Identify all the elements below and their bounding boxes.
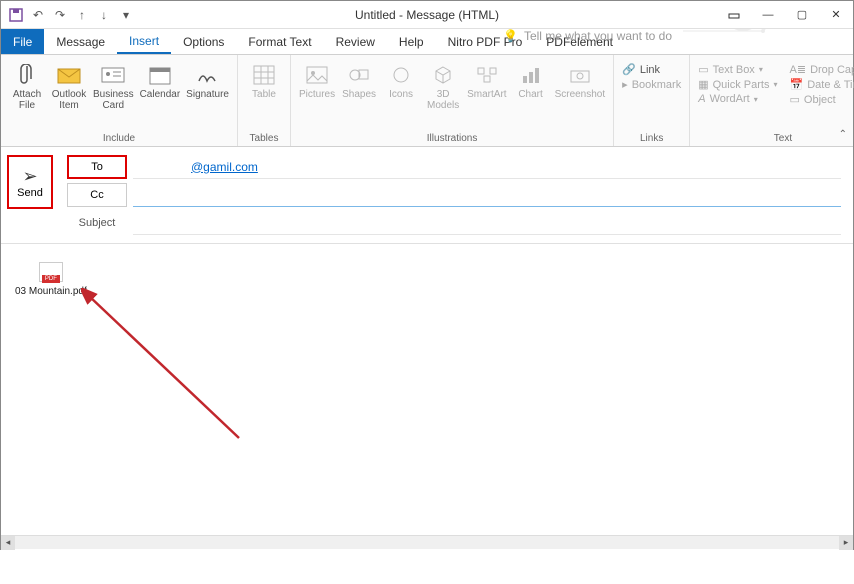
pictures-button[interactable]: Pictures	[299, 59, 335, 100]
group-label-text: Text	[774, 133, 792, 144]
compose-header: ➢ Send To @gamil.com Cc Subject	[1, 147, 853, 244]
close-button[interactable]: ✕	[819, 1, 853, 29]
screenshot-button[interactable]: Screenshot	[555, 59, 606, 100]
textbox-icon: ▭	[698, 63, 708, 76]
smartart-button[interactable]: SmartArt	[467, 59, 506, 100]
textbox-button[interactable]: ▭Text Box ▾	[698, 63, 777, 76]
message-body[interactable]: PDF 03 Mountain.pdf	[1, 244, 853, 584]
business-card-button[interactable]: Business Card	[93, 59, 134, 111]
bulb-icon: 💡	[503, 29, 518, 43]
scroll-left-button[interactable]: ◂	[1, 536, 15, 550]
attach-file-button[interactable]: Attach File	[9, 59, 45, 111]
subject-input[interactable]	[133, 211, 841, 235]
link-icon: 🔗	[622, 63, 636, 76]
ribbon-group-include: Attach File Outlook Item Business Card C…	[1, 55, 238, 146]
cube-icon	[429, 63, 457, 87]
wordart-icon: A	[698, 93, 705, 105]
ribbon-group-text: ▭Text Box ▾ ▦Quick Parts ▾ AWordArt ▾ A≣…	[690, 55, 854, 146]
datetime-button[interactable]: 📅Date & Time	[790, 78, 854, 91]
card-icon	[99, 63, 127, 87]
table-icon	[250, 63, 278, 87]
to-button[interactable]: To	[67, 155, 127, 179]
smartart-icon	[473, 63, 501, 87]
chart-icon	[517, 63, 545, 87]
ribbon-group-tables: Table Tables	[238, 55, 291, 146]
pdf-badge: PDF	[42, 275, 60, 283]
link-button[interactable]: 🔗Link	[622, 63, 681, 76]
dropcap-button[interactable]: A≣Drop Cap ▾	[790, 63, 854, 76]
envelope-icon	[55, 63, 83, 87]
maximize-button[interactable]: ▢	[785, 1, 819, 29]
send-icon: ➢	[22, 166, 37, 187]
quickparts-button[interactable]: ▦Quick Parts ▾	[698, 78, 777, 91]
scroll-right-button[interactable]: ▸	[839, 536, 853, 550]
ribbon-group-illustrations: Pictures Shapes Icons 3D Models SmartArt…	[291, 55, 614, 146]
tell-me-placeholder: Tell me what you want to do	[524, 29, 672, 43]
bookmark-button[interactable]: ▸Bookmark	[622, 78, 681, 91]
dropcap-icon: A≣	[790, 63, 807, 76]
outlook-item-button[interactable]: Outlook Item	[51, 59, 87, 111]
paperclip-icon	[13, 63, 41, 87]
minimize-button[interactable]: —	[751, 1, 785, 29]
table-button[interactable]: Table	[246, 59, 282, 100]
tell-me-search[interactable]: 💡 Tell me what you want to do	[499, 29, 672, 43]
tab-insert[interactable]: Insert	[117, 29, 171, 54]
qat-more-icon[interactable]: ▾	[117, 6, 135, 24]
group-label-illustrations: Illustrations	[427, 133, 478, 144]
group-label-include: Include	[103, 133, 135, 144]
quick-access-toolbar: ↶ ↷ ↑ ↓ ▾	[1, 6, 135, 24]
object-button[interactable]: ▭Object	[790, 93, 854, 106]
up-icon[interactable]: ↑	[73, 6, 91, 24]
tab-options[interactable]: Options	[171, 29, 236, 54]
group-label-tables: Tables	[250, 133, 279, 144]
calendar-icon	[146, 63, 174, 87]
quickparts-icon: ▦	[698, 78, 708, 91]
menu-bar: File Message Insert Options Format Text …	[1, 29, 853, 55]
bookmark-icon: ▸	[622, 78, 628, 91]
undo-icon[interactable]: ↶	[29, 6, 47, 24]
subject-label: Subject	[67, 217, 127, 229]
annotation-arrow	[81, 288, 251, 448]
attachment-filename: 03 Mountain.pdf	[15, 286, 87, 297]
signature-button[interactable]: Signature	[186, 59, 229, 100]
tab-review[interactable]: Review	[324, 29, 387, 54]
date-icon: 📅	[790, 78, 804, 91]
calendar-button[interactable]: Calendar	[140, 59, 181, 100]
picture-icon	[303, 63, 331, 87]
send-button[interactable]: ➢ Send	[7, 155, 53, 209]
icons-button[interactable]: Icons	[383, 59, 419, 100]
tab-format-text[interactable]: Format Text	[236, 29, 323, 54]
cc-input[interactable]	[133, 183, 841, 207]
title-bar: ↶ ↷ ↑ ↓ ▾ Untitled - Message (HTML) — ▢ …	[1, 1, 853, 29]
tab-file[interactable]: File	[1, 29, 44, 54]
object-icon: ▭	[790, 93, 800, 106]
group-label-links: Links	[640, 133, 663, 144]
camera-icon	[566, 63, 594, 87]
cc-button[interactable]: Cc	[67, 183, 127, 207]
shapes-icon	[345, 63, 373, 87]
ribbon-group-links: 🔗Link ▸Bookmark Links	[614, 55, 690, 146]
window-title: Untitled - Message (HTML)	[355, 8, 499, 22]
window-controls: — ▢ ✕	[717, 1, 853, 29]
tab-help[interactable]: Help	[387, 29, 436, 54]
tab-message[interactable]: Message	[44, 29, 117, 54]
to-recipient[interactable]: @gamil.com	[191, 160, 258, 174]
save-icon[interactable]	[7, 6, 25, 24]
pdf-file-icon: PDF	[39, 262, 63, 282]
ribbon-options-icon[interactable]	[717, 1, 751, 29]
redo-icon[interactable]: ↷	[51, 6, 69, 24]
icons-icon	[387, 63, 415, 87]
down-icon[interactable]: ↓	[95, 6, 113, 24]
ribbon: Attach File Outlook Item Business Card C…	[1, 55, 853, 147]
chart-button[interactable]: Chart	[513, 59, 549, 100]
horizontal-scrollbar[interactable]: ◂ ▸	[1, 535, 853, 549]
attachment-item[interactable]: PDF 03 Mountain.pdf	[15, 262, 87, 297]
signature-icon	[194, 63, 222, 87]
wordart-button[interactable]: AWordArt ▾	[698, 93, 777, 105]
collapse-ribbon-icon[interactable]: ⌃	[839, 129, 847, 140]
send-label: Send	[17, 187, 43, 199]
3d-models-button[interactable]: 3D Models	[425, 59, 461, 111]
shapes-button[interactable]: Shapes	[341, 59, 377, 100]
